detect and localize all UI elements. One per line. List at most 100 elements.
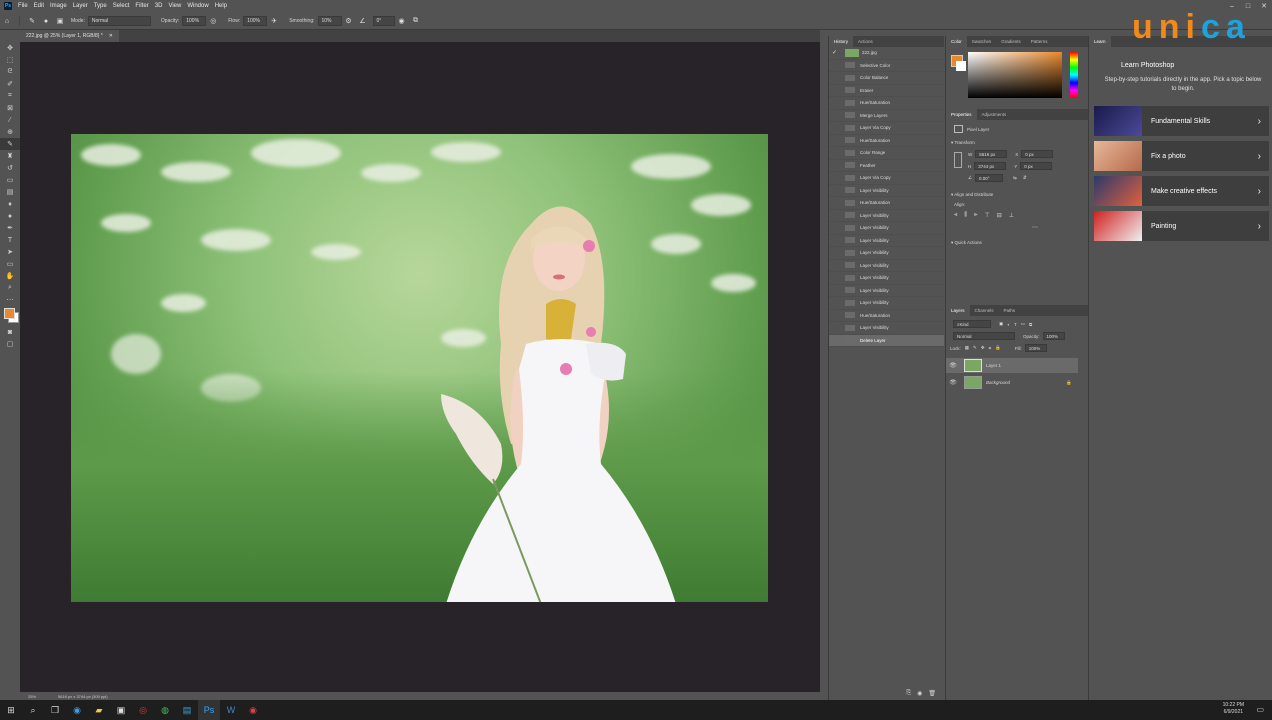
crop-tool-icon[interactable]: ⌗ (0, 90, 20, 102)
photoshop-taskbar-icon[interactable]: Ps (198, 700, 220, 720)
brush-settings-icon[interactable]: ▣ (56, 17, 64, 25)
height-input[interactable]: 3744 px (974, 162, 1007, 170)
windows-start-icon[interactable]: ⊞ (0, 700, 22, 720)
gradient-tool-icon[interactable]: ▤ (0, 186, 20, 198)
align-bottom-icon[interactable]: ⊥ (1009, 212, 1014, 219)
symmetry-icon[interactable]: ⧉ (412, 17, 420, 25)
quick-actions-header[interactable]: ▾ Quick Actions (951, 240, 982, 246)
history-step[interactable]: Eraser (829, 85, 944, 97)
history-step[interactable]: Color Range (829, 147, 944, 160)
menu-layer[interactable]: Layer (73, 3, 88, 9)
history-step[interactable]: Hue/Saturation (829, 197, 944, 210)
lasso-tool-icon[interactable]: ᘓ (0, 66, 20, 78)
filter-type-icon[interactable]: T (1014, 322, 1017, 327)
align-section-header[interactable]: ▾ Align and Distribute (951, 192, 993, 198)
path-selection-tool-icon[interactable]: ➤ (0, 246, 20, 258)
frame-tool-icon[interactable]: ⊠ (0, 102, 20, 114)
document-info[interactable]: 5616 px x 3744 px (300 ppi) (58, 694, 108, 699)
blend-mode-select[interactable]: Normal (953, 332, 1015, 340)
tab-patterns[interactable]: Patterns (1026, 39, 1053, 44)
hue-slider[interactable] (1070, 52, 1078, 98)
flip-horizontal-icon[interactable]: ⇋ (1013, 175, 1017, 181)
filter-pixel-icon[interactable]: ▣ (999, 321, 1003, 327)
kind-filter-select[interactable]: ⌕ Kind (953, 320, 991, 328)
brush-tool-icon[interactable]: ✎ (28, 17, 36, 25)
tab-paths[interactable]: Paths (999, 308, 1021, 313)
marquee-tool-icon[interactable]: ⬚ (0, 54, 20, 66)
filter-adjustment-icon[interactable]: ◐ (1007, 322, 1010, 327)
smoothing-settings-icon[interactable]: ⚙ (345, 17, 353, 25)
app-icon-red[interactable]: ◎ (132, 700, 154, 720)
history-snapshot[interactable]: ✓ 222.jpg (829, 47, 944, 60)
history-step[interactable]: Layer Visibility (829, 235, 944, 247)
rectangle-tool-icon[interactable]: ▭ (0, 258, 20, 270)
menu-3d[interactable]: 3D (155, 3, 163, 9)
close-tab-icon[interactable]: ✕ (109, 33, 113, 39)
width-input[interactable]: 5616 px (975, 150, 1008, 158)
blur-tool-icon[interactable]: ♦ (0, 198, 20, 210)
screen-mode-icon[interactable]: ▢ (0, 338, 20, 350)
mode-select[interactable]: Normal (87, 16, 151, 26)
document-tab[interactable]: 222.jpg @ 25% (Layer 1, RGB/8) * ✕ (20, 30, 119, 42)
history-step[interactable]: Layer Visibility (829, 272, 944, 285)
x-input[interactable]: 0 px (1021, 150, 1054, 158)
history-step[interactable]: Layer Visibility (829, 260, 944, 272)
brush-tool-icon[interactable]: ✎ (0, 138, 20, 150)
dodge-tool-icon[interactable]: ● (0, 210, 20, 222)
tab-properties[interactable]: Properties (946, 109, 977, 120)
learn-card-make-creative-effects[interactable]: Make creative effects › (1094, 176, 1269, 206)
zoom-level[interactable]: 25% (28, 694, 48, 699)
history-step[interactable]: Merge Layers (829, 110, 944, 122)
foreground-color-swatch[interactable] (4, 308, 15, 319)
app-icon-green[interactable]: ◍ (154, 700, 176, 720)
color-field[interactable] (968, 52, 1062, 98)
tab-learn[interactable]: Learn (1089, 36, 1111, 47)
lock-all-icon[interactable]: 🔒 (995, 345, 1001, 351)
align-top-icon[interactable]: ⊤ (985, 212, 990, 219)
pressure-size-icon[interactable]: ◉ (398, 17, 406, 25)
close-button[interactable]: ✕ (1256, 0, 1272, 12)
history-step[interactable]: Layer Visibility (829, 185, 944, 197)
search-icon[interactable]: ⌕ (22, 700, 44, 720)
menu-type[interactable]: Type (94, 3, 107, 9)
history-step[interactable]: Layer Visibility (829, 297, 944, 310)
task-view-icon[interactable]: ❐ (44, 700, 66, 720)
move-tool-icon[interactable]: ✥ (0, 42, 20, 54)
history-brush-source-icon[interactable]: ✓ (832, 49, 842, 56)
layer-row[interactable]: 👁 Layer 1 (946, 358, 1078, 373)
color-bg-swatch[interactable] (956, 61, 966, 71)
lock-position-icon[interactable]: ✥ (981, 345, 985, 351)
flip-vertical-icon[interactable]: ⇵ (1023, 175, 1027, 181)
menu-file[interactable]: File (18, 3, 28, 9)
transform-section-header[interactable]: ▾ Transform (951, 140, 975, 146)
menu-image[interactable]: Image (50, 3, 67, 9)
clone-stamp-tool-icon[interactable]: ♜ (0, 150, 20, 162)
word-icon[interactable]: W (220, 700, 242, 720)
snapshot-icon[interactable]: ◉ (917, 690, 922, 700)
pressure-opacity-icon[interactable]: ◎ (209, 17, 217, 25)
y-input[interactable]: 0 px (1020, 162, 1053, 170)
lock-transparent-icon[interactable]: ▦ (965, 345, 969, 351)
tab-swatches[interactable]: Swatches (967, 39, 997, 44)
align-left-icon[interactable]: ⫷ (954, 212, 957, 219)
eraser-tool-icon[interactable]: ▭ (0, 174, 20, 186)
file-explorer-icon[interactable]: ▰ (88, 700, 110, 720)
tab-color[interactable]: Color (946, 36, 967, 47)
tab-layers[interactable]: Layers (946, 305, 970, 316)
opacity-field[interactable]: 100% (182, 16, 207, 26)
history-step[interactable]: Layer Visibility (829, 285, 944, 297)
menu-view[interactable]: View (168, 3, 181, 9)
filter-smart-icon[interactable]: ⧉ (1029, 322, 1032, 327)
tab-actions[interactable]: Actions (853, 39, 878, 44)
tab-channels[interactable]: Channels (970, 308, 999, 313)
history-step[interactable]: Hue/Saturation (829, 310, 944, 322)
menu-help[interactable]: Help (215, 3, 227, 9)
history-step[interactable]: Color Balance (829, 72, 944, 85)
notification-icon[interactable]: ▭ (1256, 705, 1264, 714)
fill-input[interactable]: 100% (1024, 344, 1047, 352)
layer-row[interactable]: 👁 Background 🔒 (946, 375, 1078, 390)
angle-input[interactable]: 0.00° (975, 174, 1004, 182)
tab-history[interactable]: History (829, 36, 854, 47)
history-step[interactable]: Layer Visibility (829, 222, 944, 235)
menu-window[interactable]: Window (187, 3, 208, 9)
